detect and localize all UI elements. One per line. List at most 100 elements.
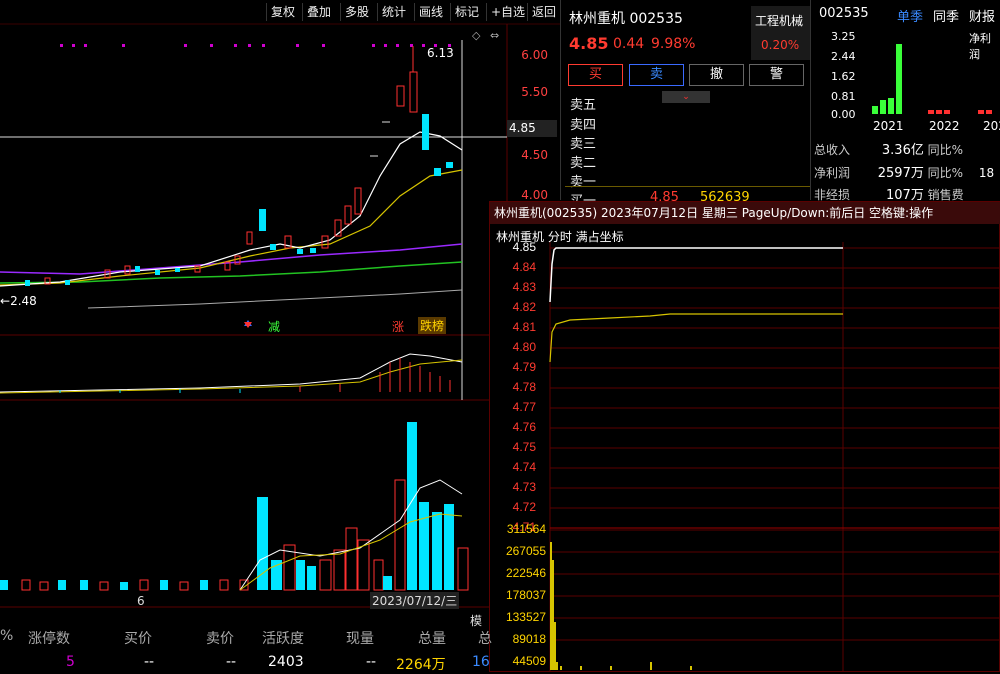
buy-button[interactable]: 买 [568,64,623,86]
low-price-label: ←2.48 [0,294,37,308]
intraday-volume-tick: 267055 [505,544,546,558]
tab-single-quarter[interactable]: 单季 [897,6,923,25]
total-volume-tail: 16 [472,654,490,670]
current-volume-value: -- [366,654,377,670]
mark-button[interactable]: 标记 [450,3,483,21]
sell-button[interactable]: 卖 [629,64,684,86]
diamond-icon[interactable]: ◇ [472,29,480,42]
intraday-volume-tick: 44509 [512,654,546,668]
statistics-button[interactable]: 统计 [377,3,410,21]
ask2-label: 卖二 [570,156,597,171]
fin-bar [896,44,902,114]
sector-name: 工程机械 [755,14,804,28]
fin-year: 2021 [873,119,904,133]
sector-box[interactable]: 工程机械 0.20% [751,6,811,60]
multi-stock-button[interactable]: 多股 [340,3,373,21]
finance-code: 002535 [819,6,869,21]
bid-price-value: -- [144,654,155,670]
stat-header: 活跃度 [262,631,304,647]
fin-y-tick: 3.25 [831,30,856,43]
fin-extra: 同比% [927,143,964,157]
ask4-label: 卖四 [570,118,597,133]
kline-toolbar: 复权 叠加 多股 统计 画线 标记 +自选 返回 [0,0,560,24]
current-price-marker: 4.85 [507,120,557,137]
price-tick: 5.50 [521,85,548,99]
ask-price-value: -- [226,654,237,670]
stat-header: 涨停数 [28,631,70,647]
tab-financial-report[interactable]: 财报 [969,6,995,25]
price-change-pct: 9.98% [651,36,696,52]
add-watchlist-button[interactable]: +自选 [486,3,529,21]
intraday-price-tick: 4.72 [512,500,536,514]
fin-y-tick: 0.00 [831,108,856,121]
intraday-price-tick: 4.83 [512,280,536,294]
total-volume-value: 2264万 [396,657,446,673]
intraday-price-tick: 4.85 [512,240,536,254]
reduce-marker: 减 [268,320,281,334]
expand-icon[interactable]: ⇔ [490,29,499,42]
intraday-price-tick: 4.73 [512,480,536,494]
intraday-price-tick: 4.78 [512,380,536,394]
tab-same-quarter[interactable]: 同季 [933,6,959,25]
current-price: 4.85 [569,34,609,53]
back-button[interactable]: 返回 [527,3,560,21]
fin-value: 2597万 [877,166,924,181]
draw-line-button[interactable]: 画线 [414,3,447,21]
popup-title[interactable]: 林州重机(002535) 2023年07月12日 星期三 PageUp/Down… [490,202,1000,224]
intraday-price-tick: 4.74 [512,460,536,474]
fin-bar [978,110,984,114]
finance-bar-chart [872,44,992,114]
fin-y-tick: 2.44 [831,50,856,63]
limit-up-marker: 涨 [392,320,405,334]
collapse-chevron-icon[interactable]: ⌄ [662,91,710,103]
activity-value: 2403 [268,654,304,670]
intraday-price-tick: 4.81 [512,320,536,334]
fin-bar [928,110,934,114]
stat-header-total: 总 [478,631,492,647]
intraday-price-tick: 4.79 [512,360,536,374]
fin-year: 2022 [929,119,960,133]
intraday-price-tick: 4.77 [512,400,536,414]
fin-bar [872,106,878,114]
price-change: 0.44 [613,36,645,52]
book-divider [565,186,810,187]
low-price-value: 2.48 [10,294,37,308]
ask1-label: 卖一 [570,175,597,190]
restore-rights-button[interactable]: 复权 [266,3,299,21]
fin-row-profit: 净利润 2597万 同比% 18 [814,162,994,181]
cancel-order-button[interactable]: 撤 [689,64,744,86]
intraday-volume-tick: 222546 [505,566,546,580]
fin-extra: 销售费 [927,188,964,202]
fin-tail: 18 [978,166,995,180]
volume-tick: 6 [137,594,145,608]
stat-header: 买价 [124,631,152,647]
ask3-label: 卖三 [570,137,597,152]
kline-chart[interactable] [0,0,560,624]
stat-header: 现量 [346,631,374,647]
fin-year: 202 [983,119,1000,133]
fin-value: 3.36亿 [881,143,924,158]
price-tick: 4.50 [521,148,548,162]
rank-marker: 跌榜 [418,317,447,334]
fin-bar [986,110,992,114]
fin-label: 净利润 [814,166,851,180]
fin-extra: 同比% [927,166,964,180]
ask5-label: 卖五 [570,98,597,113]
high-price-label: 6.13 [427,46,454,60]
intraday-chart[interactable] [490,242,999,672]
fin-row-revenue: 总收入 3.36亿 同比% [814,139,963,158]
intraday-price-tick: 4.82 [512,300,536,314]
price-tick: 4.00 [521,188,548,202]
intraday-popup[interactable]: 林州重机(002535) 2023年07月12日 星期三 PageUp/Down… [489,201,1000,672]
intraday-volume-tick: 133527 [505,610,546,624]
price-tick: 6.00 [521,48,548,62]
intraday-price-tick: 4.75 [512,440,536,454]
overlay-button[interactable]: 叠加 [302,3,335,21]
stock-name-code: 林州重机 002535 [569,11,683,27]
alert-button[interactable]: 警 [749,64,804,86]
fin-label: 非经损 [814,188,851,202]
fin-bar [944,110,950,114]
fin-bar [888,98,894,114]
stat-header: 总量 [418,631,446,647]
fin-y-tick: 0.81 [831,90,856,103]
